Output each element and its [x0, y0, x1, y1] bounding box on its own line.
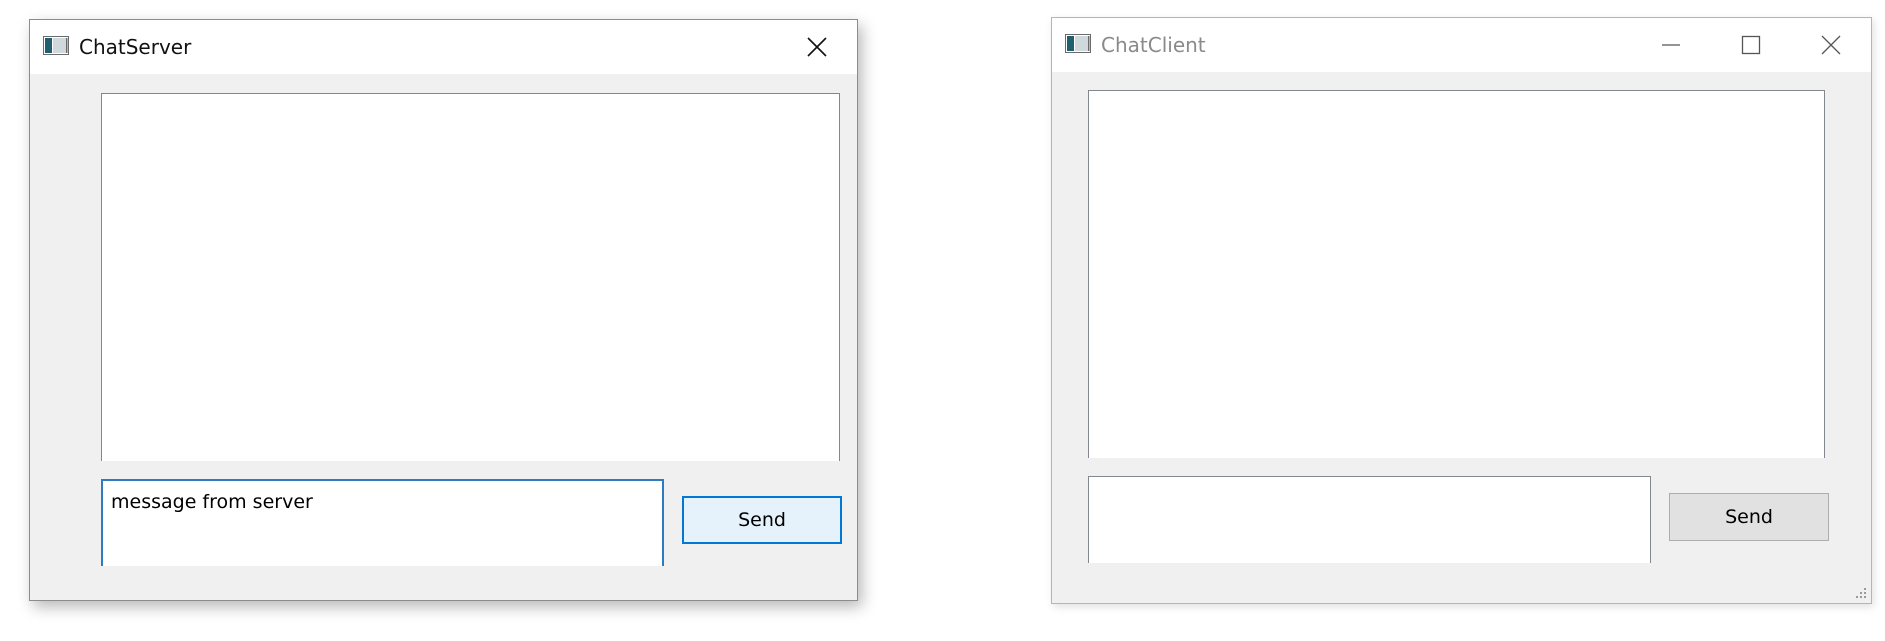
window-title: ChatServer: [79, 35, 192, 59]
minimize-button[interactable]: [1631, 18, 1711, 72]
minimize-icon: [1662, 44, 1680, 46]
resize-grip-icon[interactable]: [1853, 585, 1867, 599]
maximize-icon: [1741, 35, 1761, 55]
chatserver-window: ChatServer message from server Send: [29, 19, 858, 601]
chatclient-window: ChatClient Send: [1051, 17, 1872, 604]
app-window-icon: [43, 36, 69, 55]
close-button[interactable]: [777, 20, 857, 74]
message-input[interactable]: message from server: [101, 479, 664, 566]
maximize-button[interactable]: [1711, 18, 1791, 72]
chat-log[interactable]: [1088, 90, 1825, 458]
title-bar[interactable]: ChatServer: [30, 20, 857, 74]
close-icon: [807, 37, 827, 57]
send-button[interactable]: Send: [682, 496, 842, 544]
title-bar[interactable]: ChatClient: [1052, 18, 1871, 72]
close-button[interactable]: [1791, 18, 1871, 72]
message-input[interactable]: [1088, 476, 1651, 563]
window-title: ChatClient: [1101, 33, 1206, 57]
close-icon: [1821, 35, 1841, 55]
app-window-icon: [1065, 34, 1091, 53]
send-button[interactable]: Send: [1669, 493, 1829, 541]
chat-log[interactable]: [101, 93, 840, 461]
